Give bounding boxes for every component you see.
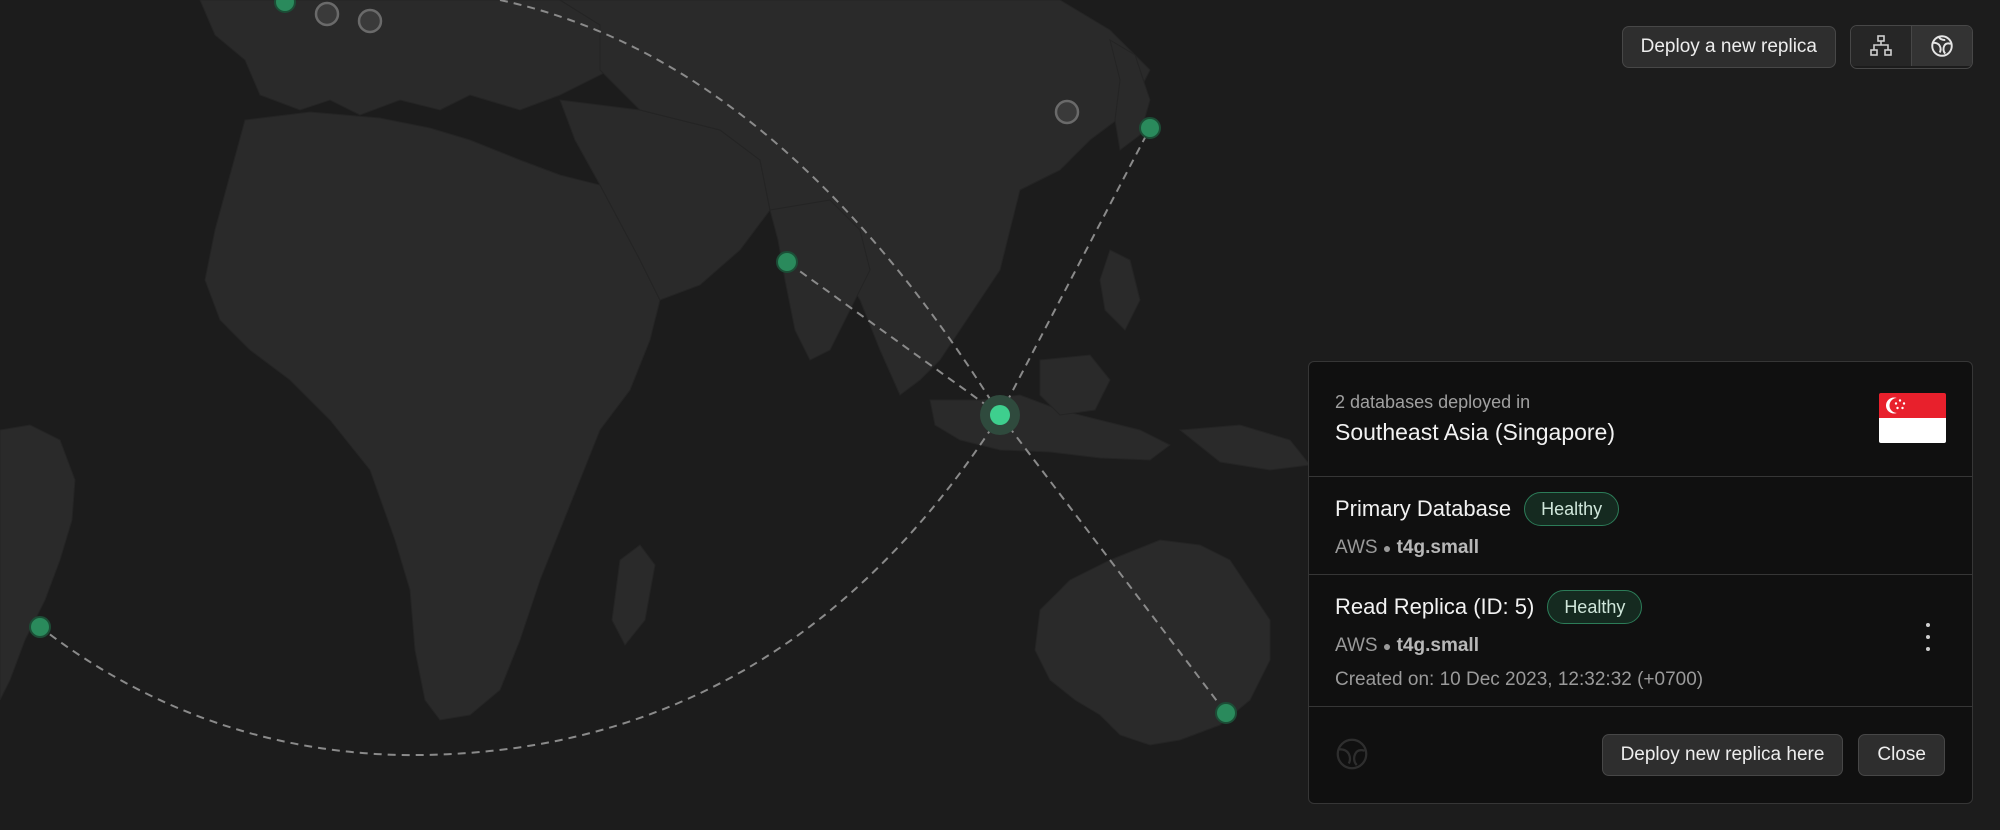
database-title: Read Replica (ID: 5) [1335, 594, 1535, 619]
instance-size: t4g.small [1396, 635, 1479, 656]
meta-separator: ● [1382, 638, 1392, 654]
region-node-replica[interactable] [274, 0, 296, 13]
created-timestamp: Created on: 10 Dec 2023, 12:32:32 (+0700… [1335, 669, 1704, 690]
region-node-selected[interactable] [990, 405, 1010, 425]
provider-label: AWS [1335, 537, 1378, 558]
status-badge: Healthy [1547, 590, 1643, 624]
region-node-replica[interactable] [776, 251, 798, 273]
region-node-replica[interactable] [29, 616, 51, 638]
database-meta: AWS ● t4g.small [1335, 537, 1479, 559]
map-toolbar: Deploy a new replica [1621, 25, 1973, 69]
diagram-view-button[interactable] [1851, 26, 1911, 66]
view-toggle [1850, 25, 1973, 69]
meta-separator: ● [1382, 540, 1392, 556]
status-badge: Healthy [1524, 492, 1620, 526]
network-diagram-icon [1870, 35, 1892, 56]
deploy-replica-here-button[interactable]: Deploy new replica here [1601, 734, 1844, 776]
region-details-panel: 2 databases deployed in Southeast Asia (… [1308, 361, 1973, 804]
region-panel-header: 2 databases deployed in Southeast Asia (… [1309, 362, 1972, 477]
region-node-inactive[interactable] [357, 8, 383, 34]
globe-icon [1336, 738, 1368, 770]
database-title: Primary Database [1335, 496, 1512, 521]
instance-size: t4g.small [1396, 537, 1479, 558]
close-button[interactable]: Close [1858, 734, 1945, 776]
region-panel-footer: Deploy new replica here Close [1309, 705, 1972, 803]
globe-icon [1931, 35, 1953, 57]
deploy-replica-button[interactable]: Deploy a new replica [1621, 26, 1836, 68]
region-db-count: 2 databases deployed in [1335, 392, 1531, 412]
provider-label: AWS [1335, 635, 1378, 656]
region-node-replica[interactable] [1215, 702, 1237, 724]
primary-database-row[interactable]: Primary Database Healthy AWS ● t4g.small [1309, 477, 1972, 575]
more-options-button[interactable] [1918, 623, 1938, 651]
region-node-inactive[interactable] [314, 1, 340, 27]
region-node-replica[interactable] [1139, 117, 1161, 139]
singapore-flag-icon [1879, 393, 1946, 443]
map-view-button[interactable] [1911, 26, 1972, 66]
region-name: Southeast Asia (Singapore) [1335, 419, 1616, 445]
more-options-icon [1926, 623, 1930, 627]
database-meta: AWS ● t4g.small [1335, 635, 1479, 657]
read-replica-row[interactable]: Read Replica (ID: 5) Healthy AWS ● t4g.s… [1309, 575, 1972, 707]
region-node-inactive[interactable] [1054, 99, 1080, 125]
